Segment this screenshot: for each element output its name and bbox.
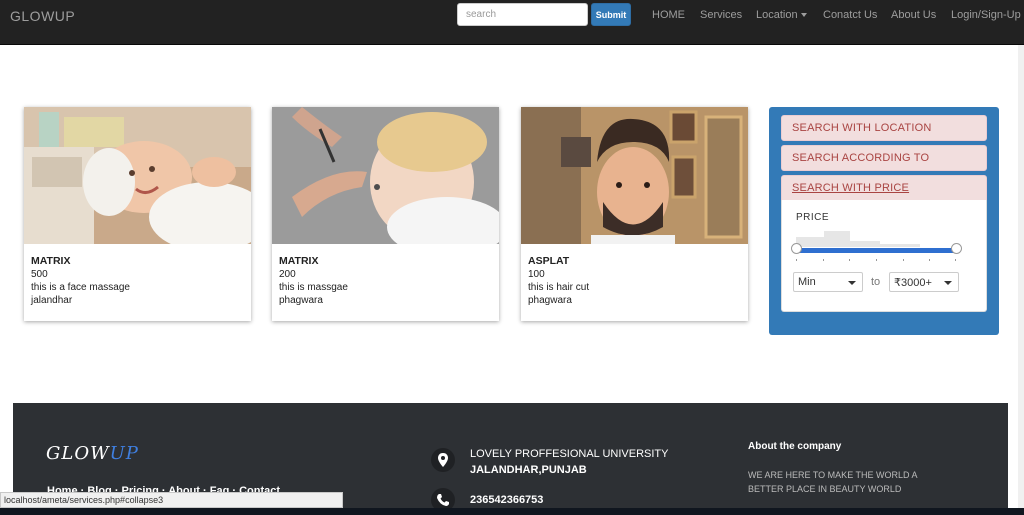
nav-about[interactable]: About Us [891, 9, 936, 21]
card-body: MATRIX 200 this is massgae phagwara [279, 255, 348, 307]
card-location: jalandhar [31, 295, 73, 306]
card-location: phagwara [528, 295, 572, 306]
accordion-location[interactable]: SEARCH WITH LOCATION [781, 115, 987, 141]
price-histogram [796, 229, 956, 247]
service-card[interactable]: MATRIX 500 this is a face massage jaland… [24, 107, 251, 321]
footer-address-line1: LOVELY PROFFESIONAL UNIVERSITY [470, 448, 669, 460]
caret-down-icon [800, 13, 807, 18]
min-price-value: Min [798, 276, 816, 288]
nav-contact[interactable]: Conatct Us [823, 9, 877, 21]
brand-logo[interactable]: GLOWUP [10, 8, 75, 24]
nav-location-label: Location [756, 9, 798, 21]
card-location: phagwara [279, 295, 323, 306]
search-input[interactable] [457, 3, 588, 26]
card-title: ASPLAT [528, 255, 570, 267]
footer-about-text: WE ARE HERE TO MAKE THE WORLD A BETTER P… [748, 470, 918, 494]
to-label: to [871, 276, 881, 288]
card-price: 200 [279, 269, 296, 280]
browser-status-url: localhost/ameta/services.php#collapse3 [0, 492, 343, 508]
filter-panel: SEARCH WITH LOCATION SEARCH ACCORDING TO… [769, 107, 999, 335]
footer-address-line2: JALANDHAR,PUNJAB [470, 464, 587, 476]
service-card[interactable]: ASPLAT 100 this is hair cut phagwara [521, 107, 748, 321]
service-card[interactable]: MATRIX 200 this is massgae phagwara [272, 107, 499, 321]
os-taskbar [0, 508, 1024, 515]
dropdown-arrow-icon [848, 281, 856, 285]
accordion-category[interactable]: SEARCH ACCORDING TO [781, 145, 987, 171]
card-image [24, 107, 251, 244]
footer-logo-accent: UP [109, 443, 139, 464]
nav-services[interactable]: Services [700, 9, 742, 21]
slider-ticks [796, 259, 956, 262]
footer-phone: 236542366753 [470, 494, 544, 506]
location-pin-icon [431, 448, 455, 472]
max-price-select[interactable]: ₹3000+ [889, 272, 959, 292]
price-slider-range [796, 248, 956, 253]
dropdown-arrow-icon [944, 281, 952, 285]
footer-about-heading: About the company [748, 441, 842, 452]
vertical-scrollbar[interactable] [1018, 45, 1024, 508]
price-filter-body: PRICE Min to ₹3000+ [781, 200, 987, 312]
card-price: 100 [528, 269, 545, 280]
card-price: 500 [31, 269, 48, 280]
price-slider-max-handle[interactable] [951, 243, 962, 254]
top-navbar: GLOWUP Submit HOME Services Location Con… [0, 0, 1024, 45]
price-slider-min-handle[interactable] [791, 243, 802, 254]
card-body: MATRIX 500 this is a face massage jaland… [31, 255, 130, 307]
card-title: MATRIX [279, 255, 319, 267]
nav-location[interactable]: Location [756, 9, 807, 21]
nav-login[interactable]: Login/Sign-Up [951, 9, 1021, 21]
card-description: this is a face massage [31, 282, 130, 293]
card-title: MATRIX [31, 255, 71, 267]
card-description: this is massgae [279, 282, 348, 293]
min-price-select[interactable]: Min [793, 272, 863, 292]
card-image [272, 107, 499, 244]
card-body: ASPLAT 100 this is hair cut phagwara [528, 255, 589, 307]
accordion-price[interactable]: SEARCH WITH PRICE [781, 175, 987, 201]
nav-home[interactable]: HOME [652, 9, 685, 21]
footer-logo-main: GLOW [46, 443, 110, 464]
submit-button[interactable]: Submit [591, 3, 631, 26]
card-description: this is hair cut [528, 282, 590, 293]
footer-logo: GLOWUP [46, 443, 139, 464]
price-label: PRICE [796, 212, 830, 223]
card-image [521, 107, 748, 244]
price-slider-track[interactable] [796, 248, 956, 253]
max-price-value: ₹3000+ [894, 277, 932, 289]
